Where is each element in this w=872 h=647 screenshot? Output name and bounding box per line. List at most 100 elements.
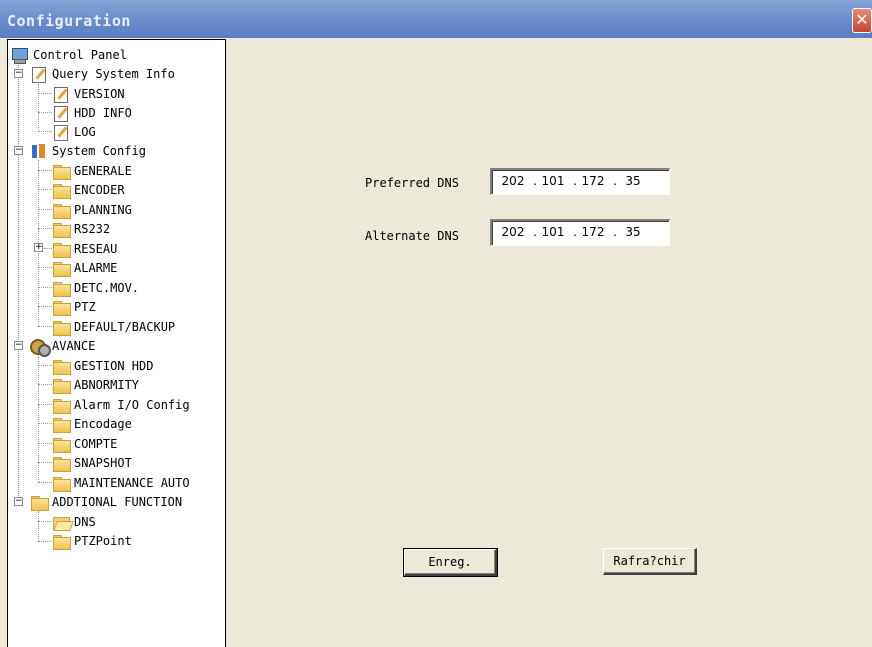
tree-group-system-config[interactable]: System Config [30,141,146,160]
tree-item-snapshot[interactable]: SNAPSHOT [52,453,132,472]
expand-icon[interactable]: + [34,243,43,252]
folder-icon [30,494,49,511]
collapse-icon[interactable]: − [14,69,23,78]
tree-connector [38,93,52,94]
tree-connector [38,462,52,463]
document-edit-icon [52,86,70,103]
tree-connector [18,62,19,502]
tree-connector [38,112,52,113]
tree-label: PTZPoint [74,533,132,548]
folder-icon [52,455,71,472]
collapse-icon[interactable]: − [14,341,23,350]
document-edit-icon [52,105,70,122]
tree-connector [38,306,52,307]
folder-icon [52,377,71,394]
tree-connector [38,384,52,385]
tree-label: GENERALE [74,163,132,178]
tree-label: VERSION [74,86,125,101]
tree-item-dns[interactable]: DNS [52,512,96,531]
folder-icon [52,416,71,433]
tree-label: ABNORMITY [74,377,140,392]
tree-item-gestion-hdd[interactable]: GESTION HDD [52,356,153,375]
tree-item-generale[interactable]: GENERALE [52,161,132,180]
folder-icon [52,221,71,238]
folder-icon [52,299,71,316]
tree-connector [38,189,52,190]
tree-label: SNAPSHOT [74,455,132,470]
alternate-dns-label: Alternate DNS [365,229,459,243]
save-button[interactable]: Enreg. [403,548,498,577]
tree-item-abnormity[interactable]: ABNORMITY [52,375,139,394]
folder-icon [52,397,71,414]
tree-item-version[interactable]: VERSION [52,84,125,103]
tree-connector [38,365,52,366]
tree-item-hdd-info[interactable]: HDD INFO [52,103,132,122]
tree-connector [44,248,52,249]
tree-item-encoder[interactable]: ENCODER [52,180,125,199]
tree-item-maintenance-auto[interactable]: MAINTENANCE AUTO [52,473,190,492]
folder-icon [52,202,71,219]
ip-octet: 172 [581,225,605,239]
collapse-icon[interactable]: − [14,497,23,506]
alternate-dns-input[interactable]: 202 . 101 . 172 . 35 [490,219,670,246]
tools-icon [30,143,48,159]
folder-icon [52,280,71,297]
tree-root-control-panel[interactable]: Control Panel [11,45,127,64]
tree-label: Encodage [74,416,132,431]
tree-item-reseau[interactable]: RESEAU [52,239,117,258]
tree-item-alarm-io-config[interactable]: Alarm I/O Config [52,395,190,414]
tree-connector [38,326,52,327]
tree-group-query-system-info[interactable]: Query System Info [30,64,175,83]
tree-label: RESEAU [74,241,118,256]
tree-connector [38,267,52,268]
tree-item-ptz[interactable]: PTZ [52,297,96,316]
tree-item-default-backup[interactable]: DEFAULT/BACKUP [52,317,175,336]
ip-octet: 172 [581,174,605,188]
folder-icon [52,260,71,277]
tree-item-detc-mov[interactable]: DETC.MOV. [52,278,139,297]
tree-connector [38,287,52,288]
folder-open-icon [52,514,70,530]
navigation-tree[interactable]: − − + − − Control Panel Query System Inf… [7,39,226,647]
tree-label: HDD INFO [74,105,132,120]
tree-connector [38,521,52,522]
ip-octet: 35 [625,225,641,239]
tree-item-rs232[interactable]: RS232 [52,219,110,238]
folder-icon [52,319,71,336]
tree-label: System Config [52,143,146,158]
tree-label: Alarm I/O Config [74,397,190,412]
monitor-icon [11,47,29,64]
tree-connector [38,131,52,132]
folder-icon [52,533,71,550]
tree-item-ptzpoint[interactable]: PTZPoint [52,531,132,550]
tree-connector [38,404,52,405]
tree-connector [38,541,52,542]
tree-label: ENCODER [74,182,125,197]
tree-connector [38,482,52,483]
tree-label: COMPTE [74,436,118,451]
title-bar: Configuration ✕ [0,0,872,38]
tree-group-avance[interactable]: AVANCE [30,336,95,357]
ip-octet: 202 [501,174,525,188]
collapse-icon[interactable]: − [14,146,23,155]
tree-group-additional-function[interactable]: ADDTIONAL FUNCTION [30,492,182,511]
tree-label: DETC.MOV. [74,280,140,295]
tree-item-encodage[interactable]: Encodage [52,414,132,433]
folder-icon [52,436,71,453]
gears-icon [30,338,51,357]
tree-item-planning[interactable]: PLANNING [52,200,132,219]
tree-connector [38,84,39,132]
refresh-button[interactable]: Rafra?chir [603,548,697,575]
tree-label: PTZ [74,299,96,314]
tree-item-log[interactable]: LOG [52,122,96,141]
document-edit-icon [52,124,70,141]
preferred-dns-input[interactable]: 202 . 101 . 172 . 35 [490,168,670,195]
close-icon[interactable]: ✕ [852,8,872,33]
tree-item-compte[interactable]: COMPTE [52,434,117,453]
tree-item-alarme[interactable]: ALARME [52,258,117,277]
ip-octet: 101 [541,225,565,239]
tree-label: Query System Info [52,66,175,81]
tree-label: RS232 [74,221,111,236]
ip-octet: 202 [501,225,525,239]
tree-connector [38,228,52,229]
